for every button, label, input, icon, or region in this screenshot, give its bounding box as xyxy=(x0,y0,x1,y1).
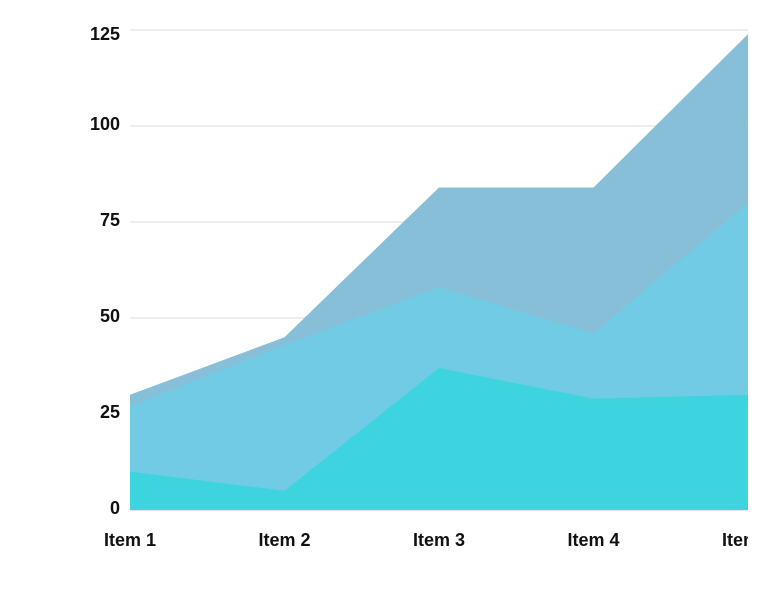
x-label-item3: Item 3 xyxy=(413,530,465,550)
area-chart: 0 25 50 75 100 125 Item 1 Item 2 Item 3 … xyxy=(80,20,748,554)
chart-container: 0 25 50 75 100 125 Item 1 Item 2 Item 3 … xyxy=(0,0,768,614)
x-label-item1: Item 1 xyxy=(104,530,156,550)
chart-plot-area: 0 25 50 75 100 125 Item 1 Item 2 Item 3 … xyxy=(90,24,748,550)
y-label-75: 75 xyxy=(100,210,120,230)
y-label-100: 100 xyxy=(90,114,120,134)
x-label-item4: Item 4 xyxy=(567,530,619,550)
y-label-25: 25 xyxy=(100,402,120,422)
y-label-50: 50 xyxy=(100,306,120,326)
x-label-item2: Item 2 xyxy=(258,530,310,550)
y-label-0: 0 xyxy=(110,498,120,518)
y-label-125: 125 xyxy=(90,24,120,44)
x-label-item5: Item 5 xyxy=(722,530,748,550)
